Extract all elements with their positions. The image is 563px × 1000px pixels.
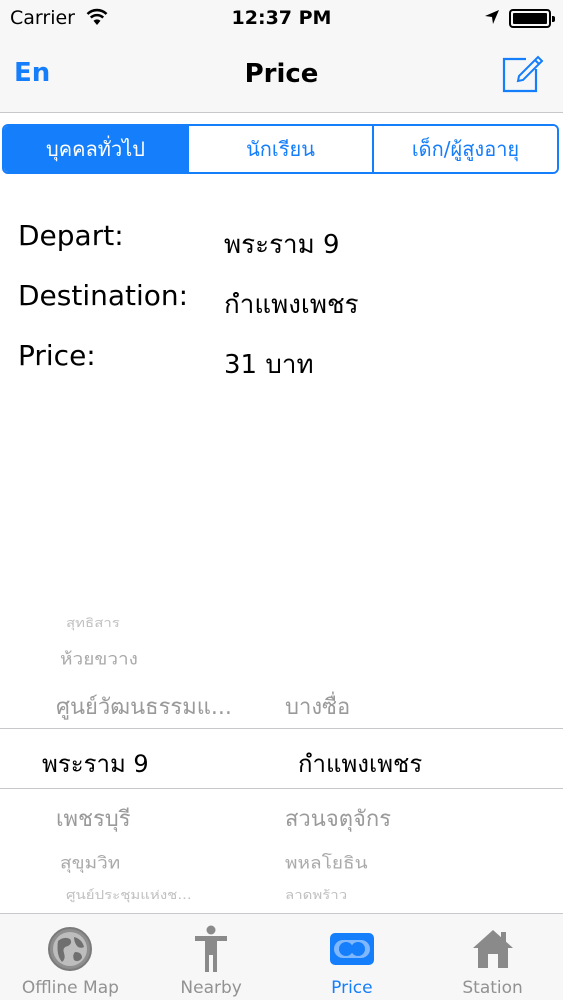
person-icon	[186, 924, 236, 974]
location-arrow-icon	[485, 10, 499, 24]
segment-general[interactable]: บุคคลทั่วไป	[4, 126, 189, 172]
picker-right-item[interactable]: ลาดพร้าว	[285, 885, 347, 904]
edit-button[interactable]	[500, 51, 544, 95]
price-value: 31 บาท	[224, 350, 314, 380]
picker-left-item[interactable]: เพชรบุรี	[56, 801, 131, 836]
destination-label: Destination:	[18, 279, 189, 312]
picker-selection-top-line	[0, 728, 563, 729]
tab-nearby[interactable]: Nearby	[141, 914, 282, 1000]
page-title: Price	[244, 59, 319, 89]
ticket-icon	[327, 924, 377, 974]
segment-child-elderly[interactable]: เด็ก/ผู้สูงอายุ	[374, 126, 557, 172]
tab-label: Price	[331, 978, 373, 998]
home-icon	[468, 924, 518, 974]
status-time: 12:37 PM	[231, 7, 332, 29]
picker-left-selected[interactable]: พระราม 9	[42, 744, 149, 783]
tab-price[interactable]: Price	[282, 914, 423, 1000]
picker-left-item[interactable]: สุขุมวิท	[60, 850, 120, 877]
tab-label: Station	[462, 978, 523, 998]
depart-value: พระราม 9	[224, 230, 340, 260]
picker-selection-bottom-line	[0, 788, 563, 789]
tab-offline-map[interactable]: Offline Map	[0, 914, 141, 1000]
picker-right-item[interactable]: พหลโยธิน	[285, 850, 368, 877]
picker-right-item[interactable]: สวนจตุจักร	[285, 801, 391, 836]
picker-left-item[interactable]: ห้วยขวาง	[60, 646, 138, 673]
destination-value: กำแพงเพชร	[224, 290, 359, 320]
passenger-type-segmented-control: บุคคลทั่วไป นักเรียน เด็ก/ผู้สูงอายุ	[2, 124, 559, 174]
picker-left-item[interactable]: ศูนย์ประชุมแห่งช...	[66, 885, 192, 904]
picker-right-selected[interactable]: กำแพงเพชร	[298, 744, 422, 783]
station-picker[interactable]: สุทธิสาร ห้วยขวาง ศูนย์วัฒนธรรมแ... บางซ…	[0, 595, 563, 913]
globe-icon	[45, 924, 95, 974]
depart-label: Depart:	[18, 219, 124, 252]
segment-student[interactable]: นักเรียน	[189, 126, 374, 172]
price-label: Price:	[18, 339, 96, 372]
compose-icon	[502, 55, 544, 93]
tab-label: Offline Map	[21, 978, 119, 998]
tab-station[interactable]: Station	[422, 914, 563, 1000]
tab-label: Nearby	[180, 978, 242, 998]
picker-right-item[interactable]: บางซื่อ	[285, 689, 350, 724]
battery-icon	[509, 9, 555, 28]
tab-bar: Offline Map Nearby Price Station	[0, 913, 563, 1000]
navigation-bar: En Price	[0, 38, 563, 113]
status-bar: Carrier 12:37 PM	[0, 0, 563, 38]
picker-left-item[interactable]: สุทธิสาร	[66, 613, 120, 632]
picker-left-item[interactable]: ศูนย์วัฒนธรรมแ...	[56, 689, 232, 724]
